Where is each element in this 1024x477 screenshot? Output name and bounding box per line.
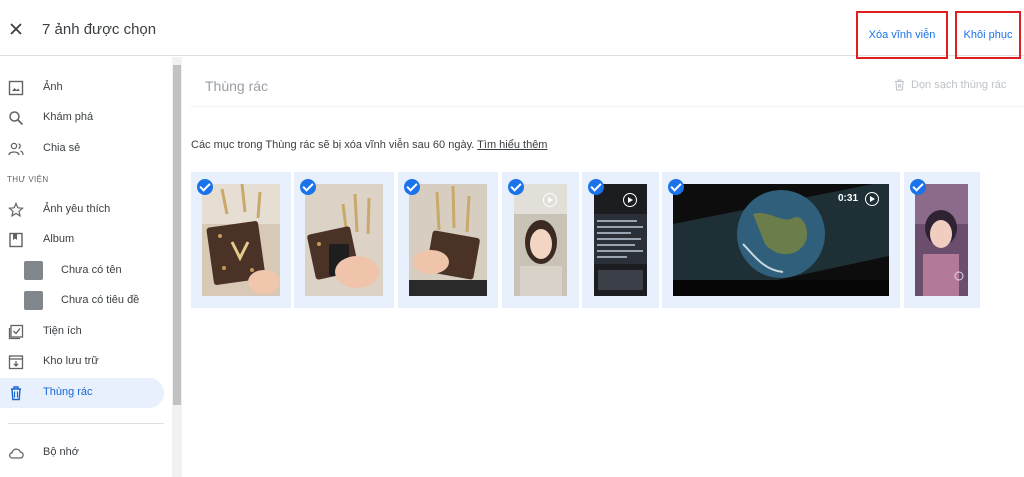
utilities-icon [8,324,24,340]
sidebar-item-trash[interactable]: Thùng rác [0,378,164,408]
sidebar-item-label: Kho lưu trữ [43,355,99,367]
delete-forever-button[interactable]: Xóa vĩnh viễn [856,11,948,59]
cloud-icon [9,448,24,459]
page-title: Thùng rác [205,78,269,94]
sidebar-album-no-title[interactable]: Chưa có tiêu đề [0,286,164,316]
video-thumbnail [514,184,567,296]
sidebar-item-label: Tiện ích [43,325,82,337]
sidebar-item-explore[interactable]: Khám phá [0,103,164,133]
restore-button[interactable]: Khôi phục [955,11,1021,59]
selected-photo-tile[interactable] [191,172,291,308]
sidebar-item-label: Chia sẻ [43,142,81,154]
sidebar-item-album[interactable]: Album [0,225,164,255]
star-icon [8,202,24,218]
sidebar-item-label: Thùng rác [43,386,93,398]
sidebar-item-archive[interactable]: Kho lưu trữ [0,347,164,377]
sidebar-album-untitled[interactable]: Chưa có tên [0,256,164,286]
video-thumbnail [594,184,647,296]
play-icon [623,193,637,207]
play-icon [543,193,557,207]
people-icon [8,142,24,156]
album-icon [9,232,23,248]
empty-trash-button[interactable]: Dọn sạch thùng rác [894,79,1006,91]
sidebar-item-sharing[interactable]: Chia sẻ [0,134,164,164]
video-duration: 0:31 [838,193,859,204]
sidebar-item-label: Ảnh yêu thích [43,203,111,215]
sidebar-item-photos[interactable]: Ảnh [0,73,164,103]
library-section-label: THƯ VIỆN [7,175,49,184]
selected-video-tile[interactable] [904,172,980,308]
learn-more-link[interactable]: Tìm hiểu thêm [477,139,547,151]
selection-count-title: 7 ảnh được chọn [42,21,157,38]
selected-photo-tile[interactable] [398,172,498,308]
selected-video-tile[interactable] [582,172,659,308]
selected-check-icon[interactable] [910,179,926,195]
selected-check-icon[interactable] [197,179,213,195]
info-text: Các mục trong Thùng rác sẽ bị xóa vĩnh v… [191,139,475,151]
trash-icon [11,386,21,401]
sidebar-item-storage[interactable]: Bộ nhớ [0,438,164,468]
sidebar-item-label: Khám phá [43,111,94,123]
photo-thumbnail [409,184,487,296]
photo-icon [8,80,24,96]
selected-check-icon[interactable] [404,179,420,195]
album-thumbnail [24,291,43,310]
empty-trash-label: Dọn sạch thùng rác [911,79,1007,91]
title-divider [190,106,1024,107]
sidebar-item-label: Bộ nhớ [43,446,79,458]
sidebar-divider [8,423,164,424]
photo-thumbnail [202,184,280,296]
selected-check-icon[interactable] [300,179,316,195]
selected-check-icon[interactable] [668,179,684,195]
photo-thumbnail [305,184,383,296]
selected-video-tile[interactable] [502,172,579,308]
sidebar-item-label: Chưa có tên [61,264,122,276]
sidebar-item-label: Ảnh [43,81,63,93]
video-thumbnail [915,184,968,296]
selected-video-tile[interactable]: 0:31 [662,172,900,308]
album-thumbnail [24,261,43,280]
sidebar: Ảnh Khám phá Chia sẻ THƯ VIỆN Ảnh yêu th… [0,57,172,477]
sidebar-item-label: Chưa có tiêu đề [61,294,140,306]
search-icon [9,111,24,126]
play-icon [865,192,879,206]
sidebar-scrollbar-thumb[interactable] [173,65,181,405]
selection-toolbar: 7 ảnh được chọn Xóa vĩnh viễn Khôi phục [0,0,1024,59]
trash-x-icon [895,79,904,91]
trash-info-text: Các mục trong Thùng rác sẽ bị xóa vĩnh v… [191,139,547,151]
archive-icon [8,355,24,370]
close-icon[interactable] [6,19,26,39]
selected-check-icon[interactable] [588,179,604,195]
sidebar-item-favorites[interactable]: Ảnh yêu thích [0,195,164,225]
sidebar-item-utilities[interactable]: Tiện ích [0,317,164,347]
selected-check-icon[interactable] [508,179,524,195]
sidebar-item-label: Album [43,233,75,245]
selected-photo-tile[interactable] [294,172,394,308]
